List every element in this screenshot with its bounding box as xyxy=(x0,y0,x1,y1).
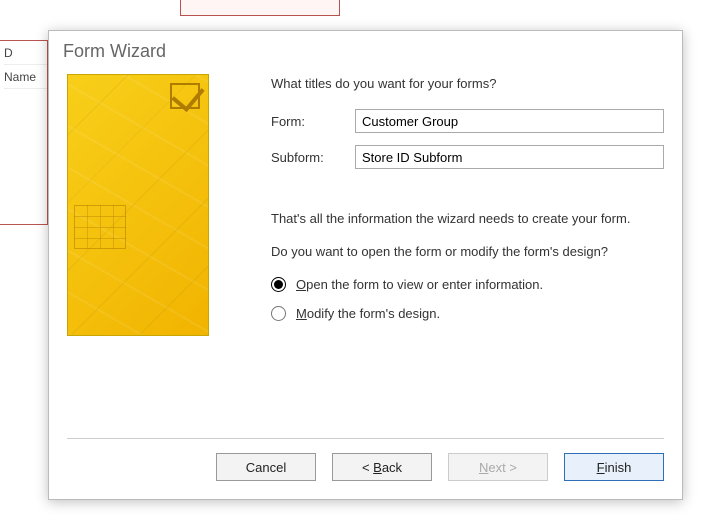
background-tab-strip xyxy=(180,0,340,16)
form-wizard-dialog: Form Wizard What titles do you want for … xyxy=(48,30,683,500)
back-button[interactable]: < Back xyxy=(332,453,432,481)
open-modify-question: Do you want to open the form or modify t… xyxy=(271,244,664,259)
cancel-button[interactable]: Cancel xyxy=(216,453,316,481)
wizard-right-pane: What titles do you want for your forms? … xyxy=(271,74,664,438)
radio-open[interactable] xyxy=(271,277,286,292)
form-title-row: Form: xyxy=(271,109,664,133)
bg-field-row: D xyxy=(4,41,47,65)
subform-title-input[interactable] xyxy=(355,145,664,169)
info-line: That's all the information the wizard ne… xyxy=(271,211,664,226)
wizard-preview-image xyxy=(67,74,209,336)
dialog-body: What titles do you want for your forms? … xyxy=(49,74,682,438)
next-button: Next > xyxy=(448,453,548,481)
form-title-input[interactable] xyxy=(355,109,664,133)
radio-modify[interactable] xyxy=(271,306,286,321)
radio-open-label: Open the form to view or enter informati… xyxy=(296,277,543,292)
form-label: Form: xyxy=(271,114,355,129)
radio-modify-label: Modify the form's design. xyxy=(296,306,440,321)
bg-field-row: Name xyxy=(4,65,47,89)
dialog-button-bar: Cancel < Back Next > Finish xyxy=(49,439,682,499)
subform-label: Subform: xyxy=(271,150,355,165)
radio-open-row[interactable]: Open the form to view or enter informati… xyxy=(271,277,664,292)
checkmark-icon xyxy=(170,83,200,109)
finish-button[interactable]: Finish xyxy=(564,453,664,481)
wizard-preview-pane xyxy=(67,74,247,438)
background-field-list: D Name xyxy=(0,40,48,225)
subform-title-row: Subform: xyxy=(271,145,664,169)
radio-modify-row[interactable]: Modify the form's design. xyxy=(271,306,664,321)
grid-icon xyxy=(74,205,126,249)
titles-question: What titles do you want for your forms? xyxy=(271,76,664,91)
dialog-title: Form Wizard xyxy=(49,31,682,74)
